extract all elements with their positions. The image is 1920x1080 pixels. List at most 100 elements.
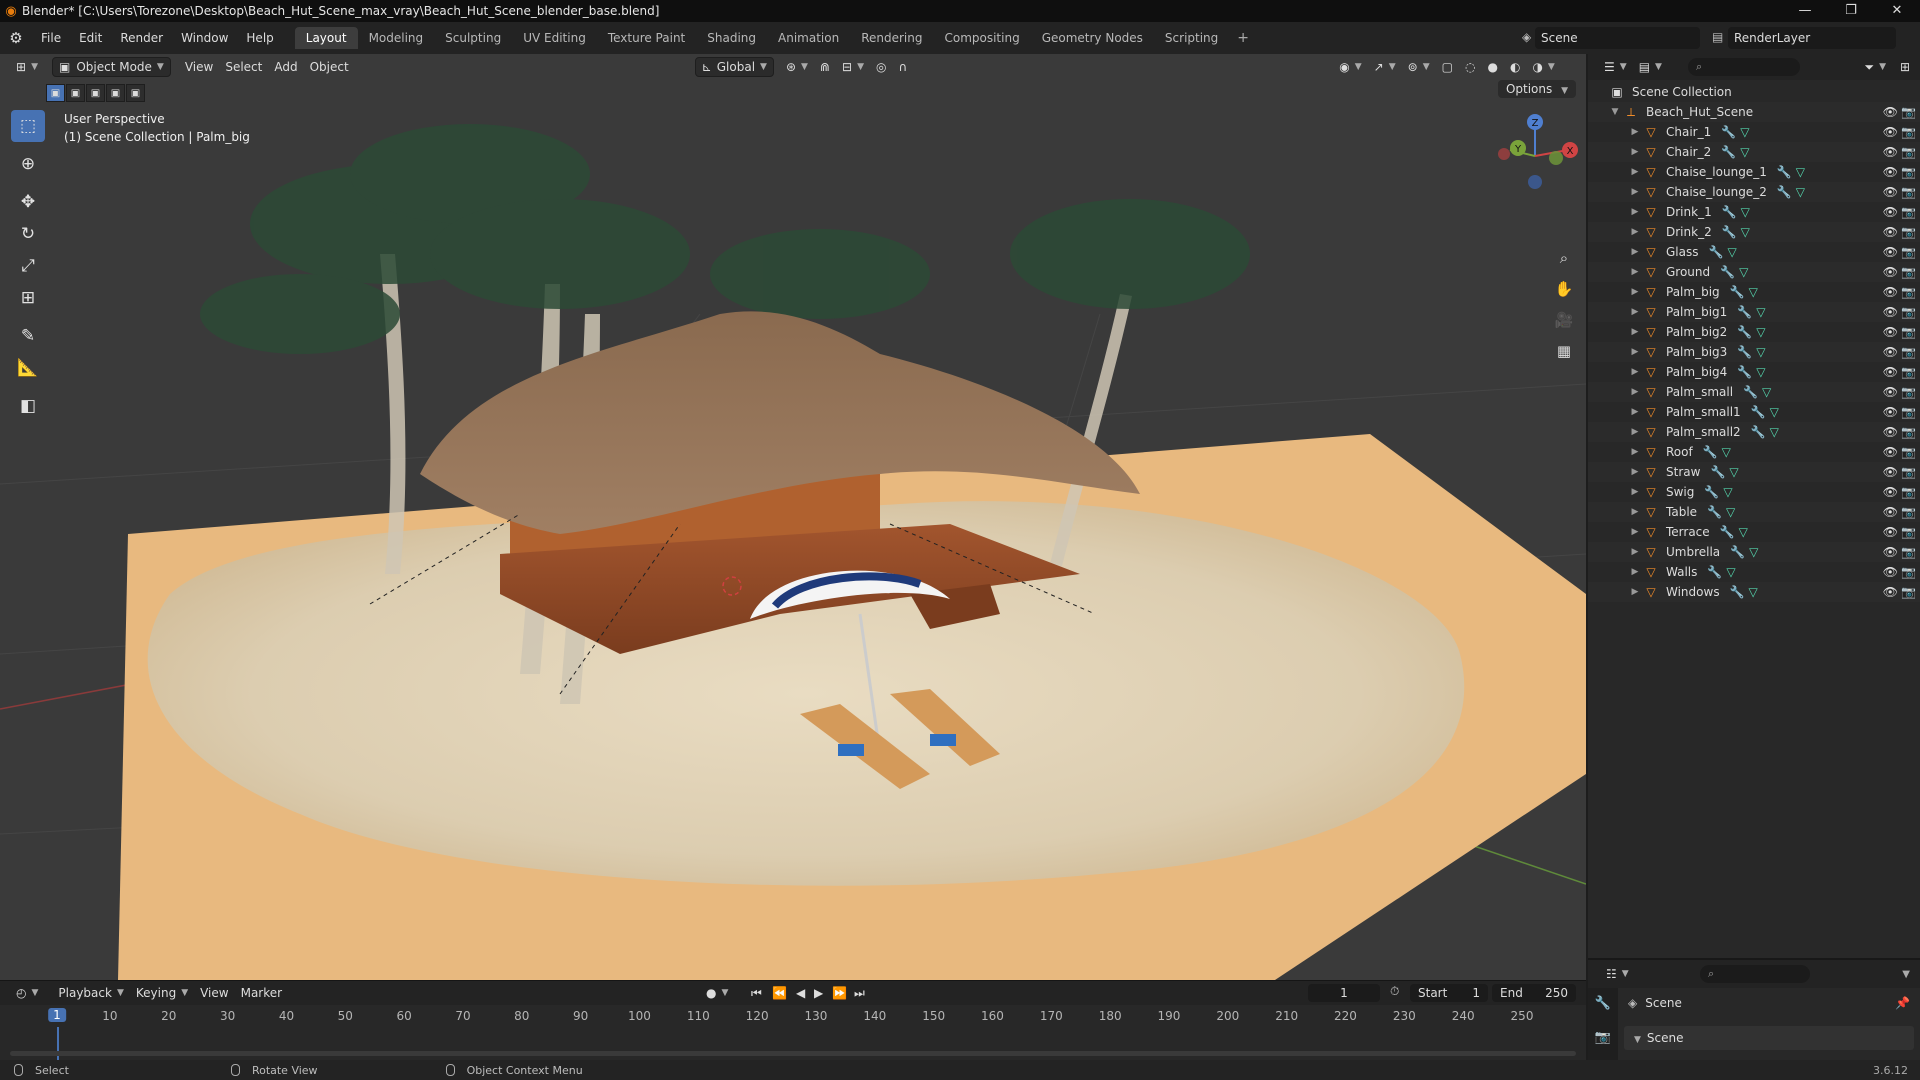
eye-icon[interactable]: 👁 [1883, 505, 1898, 519]
navigation-gizmo[interactable]: Z X Y [1490, 110, 1580, 200]
camera-icon[interactable]: 📷 [1901, 425, 1916, 439]
wrench-icon[interactable]: 🔧 [1710, 465, 1725, 479]
wrench-icon[interactable]: 🔧 [1737, 365, 1752, 379]
camera-icon[interactable]: 📷 [1901, 565, 1916, 579]
mesh-data-icon[interactable]: ▽ [1740, 145, 1749, 159]
wrench-icon[interactable]: 🔧 [1751, 425, 1766, 439]
camera-icon[interactable]: 📷 [1901, 205, 1916, 219]
mesh-data-icon[interactable]: ▽ [1741, 205, 1750, 219]
current-frame-field[interactable]: 1 [1308, 984, 1380, 1002]
clock-icon[interactable]: ⏱ [1390, 984, 1399, 999]
outliner-object-row[interactable]: ▶ ▽ Glass 🔧 ▽ 👁 📷 [1588, 242, 1920, 262]
outliner-object-row[interactable]: ▶ ▽ Palm_small 🔧 ▽ 👁 📷 [1588, 382, 1920, 402]
wrench-icon[interactable]: 🔧 [1709, 245, 1724, 259]
mode-selector[interactable]: ▣ Object Mode ▼ [51, 57, 171, 77]
eye-icon[interactable]: 👁 [1883, 405, 1898, 419]
mesh-data-icon[interactable]: ▽ [1756, 365, 1765, 379]
add-workspace-button[interactable]: + [1229, 27, 1257, 49]
menu-object[interactable]: Object [304, 57, 355, 77]
camera-icon[interactable]: 📷 [1901, 145, 1916, 159]
snap-target-icon[interactable]: ⊟ ▼ [836, 57, 870, 77]
eye-icon[interactable]: 👁 [1883, 225, 1898, 239]
options-button[interactable]: Options ▼ [1497, 80, 1576, 98]
menu-edit[interactable]: Edit [70, 31, 111, 45]
select-intersect-icon[interactable]: ▣ [126, 84, 145, 102]
wrench-icon[interactable]: 🔧 [1777, 165, 1792, 179]
mesh-data-icon[interactable]: ▽ [1762, 385, 1771, 399]
chevron-right-icon[interactable]: ▶ [1628, 367, 1642, 377]
render-tab-icon[interactable]: 📷 [1595, 1030, 1611, 1064]
outliner-object-row[interactable]: ▶ ▽ Palm_big 🔧 ▽ 👁 📷 [1588, 282, 1920, 302]
chevron-right-icon[interactable]: ▶ [1628, 247, 1642, 257]
mesh-data-icon[interactable]: ▽ [1770, 425, 1779, 439]
select-invert-icon[interactable]: ▣ [106, 84, 125, 102]
cursor-tool-icon[interactable]: ⊕ [11, 148, 45, 180]
eye-icon[interactable]: 👁 [1883, 545, 1898, 559]
outliner-object-row[interactable]: ▶ ▽ Palm_big1 🔧 ▽ 👁 📷 [1588, 302, 1920, 322]
close-button[interactable]: ✕ [1874, 0, 1920, 22]
camera-icon[interactable]: 📷 [1901, 265, 1916, 279]
mesh-data-icon[interactable]: ▽ [1729, 465, 1738, 479]
wrench-icon[interactable]: 🔧 [1777, 185, 1792, 199]
chevron-right-icon[interactable]: ▶ [1628, 487, 1642, 497]
mesh-data-icon[interactable]: ▽ [1756, 305, 1765, 319]
wrench-icon[interactable]: 🔧 [1703, 445, 1718, 459]
outliner-object-row[interactable]: ▶ ▽ Terrace 🔧 ▽ 👁 📷 [1588, 522, 1920, 542]
auto-keying-icon[interactable]: ● ▼ [700, 983, 734, 1003]
eye-icon[interactable]: 👁 [1883, 445, 1898, 459]
view-layer-selector[interactable]: RenderLayer [1728, 27, 1896, 49]
menu-add[interactable]: Add [268, 57, 303, 77]
chevron-right-icon[interactable]: ▶ [1628, 307, 1642, 317]
outliner-object-row[interactable]: ▶ ▽ Palm_big2 🔧 ▽ 👁 📷 [1588, 322, 1920, 342]
menu-help[interactable]: Help [237, 31, 282, 45]
tab-uv-editing[interactable]: UV Editing [512, 27, 597, 49]
wrench-icon[interactable]: 🔧 [1730, 545, 1745, 559]
wrench-icon[interactable]: 🔧 [1730, 585, 1745, 599]
chevron-right-icon[interactable]: ▶ [1628, 567, 1642, 577]
outliner-object-row[interactable]: ▶ ▽ Chaise_lounge_1 🔧 ▽ 👁 📷 [1588, 162, 1920, 182]
tab-shading[interactable]: Shading [696, 27, 767, 49]
chevron-right-icon[interactable]: ▶ [1628, 167, 1642, 177]
chevron-right-icon[interactable]: ▶ [1628, 407, 1642, 417]
outliner-object-row[interactable]: ▶ ▽ Walls 🔧 ▽ 👁 📷 [1588, 562, 1920, 582]
start-frame-field[interactable]: Start 1 [1410, 984, 1488, 1002]
select-extend-icon[interactable]: ▣ [66, 84, 85, 102]
outliner-object-row[interactable]: ▶ ▽ Chair_2 🔧 ▽ 👁 📷 [1588, 142, 1920, 162]
tab-animation[interactable]: Animation [767, 27, 850, 49]
eye-icon[interactable]: 👁 [1883, 345, 1898, 359]
wrench-icon[interactable]: 🔧 [1737, 325, 1752, 339]
properties-editor-type-icon[interactable]: ☷ ▼ [1600, 964, 1635, 984]
tab-modeling[interactable]: Modeling [358, 27, 435, 49]
outliner-object-row[interactable]: ▶ ▽ Swig 🔧 ▽ 👁 📷 [1588, 482, 1920, 502]
tab-rendering[interactable]: Rendering [850, 27, 933, 49]
wrench-icon[interactable]: 🔧 [1722, 205, 1737, 219]
jump-start-icon[interactable]: ⏮ [745, 983, 768, 1003]
mesh-data-icon[interactable]: ▽ [1723, 485, 1732, 499]
mesh-data-icon[interactable]: ▽ [1726, 505, 1735, 519]
shading-solid-icon[interactable]: ● [1481, 57, 1503, 77]
wrench-icon[interactable]: 🔧 [1751, 405, 1766, 419]
camera-icon[interactable]: 📷 [1901, 285, 1916, 299]
camera-icon[interactable]: 📷 [1901, 505, 1916, 519]
wrench-icon[interactable]: 🔧 [1704, 485, 1719, 499]
mesh-data-icon[interactable]: ▽ [1770, 405, 1779, 419]
eye-icon[interactable]: 👁 [1883, 465, 1898, 479]
mesh-data-icon[interactable]: ▽ [1722, 445, 1731, 459]
chevron-down-icon[interactable]: ▼ [1902, 969, 1910, 980]
outliner-object-row[interactable]: ▶ ▽ Chaise_lounge_2 🔧 ▽ 👁 📷 [1588, 182, 1920, 202]
outliner-object-row[interactable]: ▶ ▽ Umbrella 🔧 ▽ 👁 📷 [1588, 542, 1920, 562]
eye-icon[interactable]: 👁 [1883, 485, 1898, 499]
outliner-object-row[interactable]: ▶ ▽ Roof 🔧 ▽ 👁 📷 [1588, 442, 1920, 462]
camera-icon[interactable]: 📷 [1901, 185, 1916, 199]
current-frame-marker[interactable]: 1 [48, 1008, 66, 1022]
chevron-right-icon[interactable]: ▶ [1628, 507, 1642, 517]
annotate-tool-icon[interactable]: ✎ [11, 320, 45, 352]
3d-viewport[interactable]: ⊞ ▼ ▣ Object Mode ▼ View Select Add Object … [0, 54, 1586, 980]
camera-icon[interactable]: 📷 [1901, 585, 1916, 599]
chevron-right-icon[interactable]: ▶ [1628, 467, 1642, 477]
minimize-button[interactable]: — [1782, 0, 1828, 22]
chevron-right-icon[interactable]: ▶ [1628, 187, 1642, 197]
chevron-right-icon[interactable]: ▶ [1628, 327, 1642, 337]
outliner-object-row[interactable]: ▶ ▽ Windows 🔧 ▽ 👁 📷 [1588, 582, 1920, 602]
tab-sculpting[interactable]: Sculpting [434, 27, 512, 49]
